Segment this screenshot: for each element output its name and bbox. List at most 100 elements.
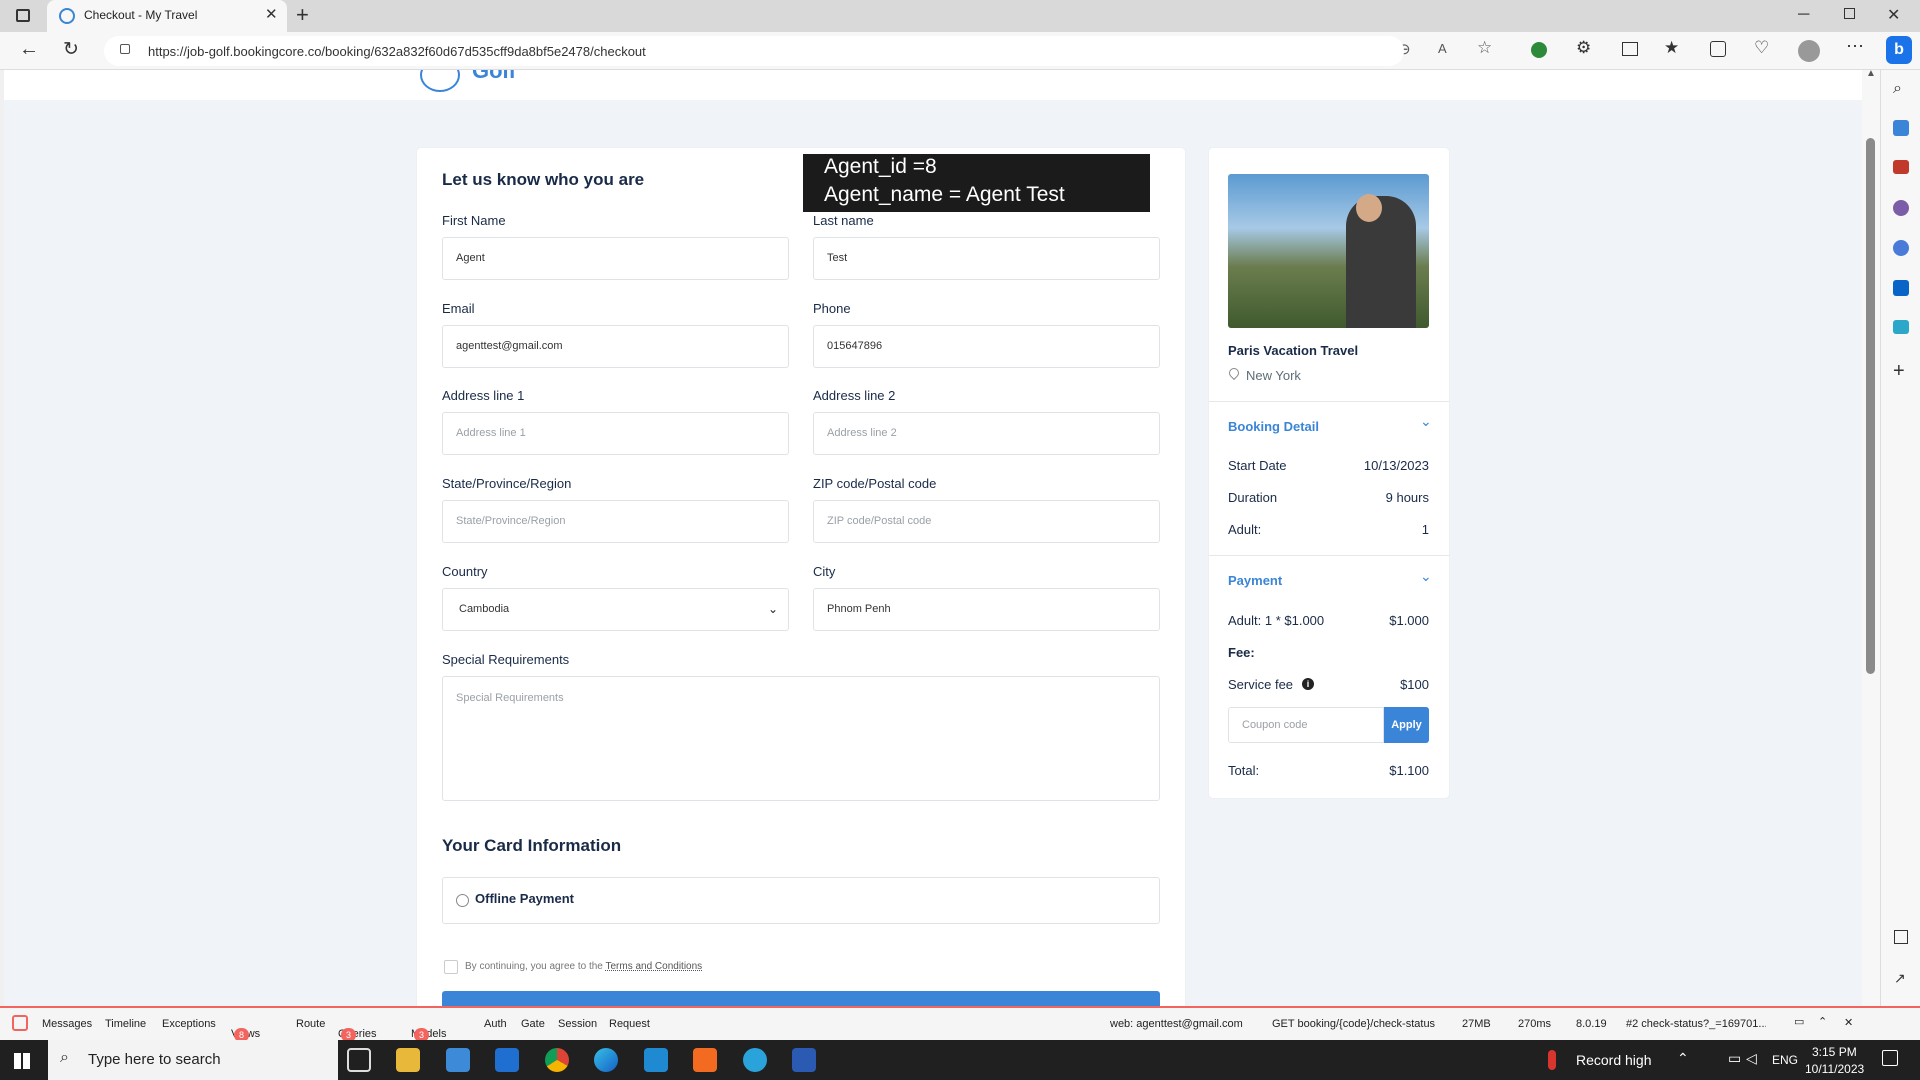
file-explorer-icon[interactable] <box>396 1048 420 1072</box>
sidebar-outlook-icon[interactable] <box>1893 280 1909 296</box>
debug-tab-gate[interactable]: Gate <box>521 1018 545 1030</box>
tray-network-icon[interactable]: ▭ <box>1728 1050 1741 1067</box>
task-view-icon[interactable] <box>347 1048 371 1072</box>
debug-open-icon[interactable]: ▭ <box>1794 1015 1804 1028</box>
tab-close-icon[interactable]: ✕ <box>265 5 278 23</box>
taskbar-search[interactable]: ⌕ Type here to search <box>48 1040 338 1080</box>
city-input[interactable]: Phnom Penh <box>813 588 1160 631</box>
sidebar-add-icon[interactable]: + <box>1893 360 1905 383</box>
address1-input[interactable]: Address line 1 <box>442 412 789 455</box>
address2-input[interactable]: Address line 2 <box>813 412 1160 455</box>
edge-icon[interactable] <box>594 1048 618 1072</box>
xampp-icon[interactable] <box>693 1048 717 1072</box>
weather-text[interactable]: Record high <box>1576 1052 1652 1068</box>
tray-language[interactable]: ENG <box>1772 1053 1798 1067</box>
debug-tab-route[interactable]: Route <box>296 1018 325 1030</box>
booking-detail-toggle[interactable]: Booking Detail <box>1228 419 1319 434</box>
service-fee-label: Service fee <box>1228 677 1294 692</box>
notifications-icon[interactable] <box>1882 1050 1898 1066</box>
word-icon[interactable] <box>792 1048 816 1072</box>
email-input[interactable]: agenttest@gmail.com <box>442 325 789 368</box>
debug-tab-request[interactable]: Request <box>609 1018 650 1030</box>
debug-maximize-icon[interactable]: ⌃ <box>1818 1015 1827 1028</box>
debug-tab-exceptions[interactable]: Exceptions <box>162 1018 216 1030</box>
browser-essentials-icon[interactable]: ♡ <box>1754 38 1769 58</box>
debug-tab-session[interactable]: Session <box>558 1018 597 1030</box>
debug-tab-auth[interactable]: Auth <box>484 1018 507 1030</box>
read-aloud-icon[interactable]: A <box>1438 41 1447 56</box>
tab-favicon-icon <box>59 8 75 24</box>
tray-time[interactable]: 3:15 PM <box>1812 1045 1857 1059</box>
tab-actions-icon[interactable] <box>16 9 30 22</box>
payment-chevron-icon[interactable]: ⌄ <box>1420 568 1432 585</box>
minimize-icon[interactable]: ─ <box>1798 6 1809 24</box>
tray-volume-icon[interactable]: ◁ <box>1746 1050 1757 1067</box>
browser-sidebar: ⌕ + ↗ ⚙ <box>1880 70 1920 1040</box>
back-icon[interactable]: ← <box>19 38 39 61</box>
terms-link[interactable]: Terms and Conditions <box>605 961 702 972</box>
country-select[interactable]: Cambodia ⌄ <box>442 588 789 631</box>
debug-tab-timeline[interactable]: Timeline <box>105 1018 146 1030</box>
special-textarea[interactable]: Special Requirements <box>442 676 1160 801</box>
debug-history-select[interactable]: #2 check-status?_=169701... <box>1626 1018 1766 1030</box>
extension-icon[interactable] <box>1531 42 1547 58</box>
close-window-icon[interactable]: ✕ <box>1887 5 1900 25</box>
site-logo-text[interactable]: Golf <box>472 70 516 82</box>
more-icon[interactable]: ⋯ <box>1846 36 1864 57</box>
adult-calc-value: $1.000 <box>1389 613 1429 628</box>
duration-value: 9 hours <box>1385 490 1429 505</box>
vscode-icon[interactable] <box>644 1048 668 1072</box>
store-icon[interactable] <box>446 1048 470 1072</box>
extensions-icon[interactable]: ⚙ <box>1576 38 1591 58</box>
coupon-input[interactable]: Coupon code <box>1228 707 1384 743</box>
copilot-icon[interactable]: b <box>1886 36 1912 64</box>
mail-icon[interactable] <box>495 1048 519 1072</box>
debug-tab-messages[interactable]: Messages <box>42 1018 92 1030</box>
tab-checkout[interactable]: Checkout - My Travel ✕ <box>47 0 287 32</box>
zip-input[interactable]: ZIP code/Postal code <box>813 500 1160 543</box>
collections-icon[interactable] <box>1710 41 1726 57</box>
new-tab-icon[interactable]: + <box>296 2 309 28</box>
favorites-bar-icon[interactable]: ★ <box>1664 38 1679 58</box>
url-box[interactable]: https://job-golf.bookingcore.co/booking/… <box>104 36 1404 66</box>
start-icon[interactable] <box>14 1053 30 1069</box>
scrollbar-thumb[interactable] <box>1866 138 1875 674</box>
restore-icon[interactable] <box>1844 8 1855 19</box>
tray-chevron-icon[interactable]: ⌃ <box>1677 1050 1689 1067</box>
debug-close-icon[interactable]: ✕ <box>1844 1016 1853 1029</box>
sidebar-tools-icon[interactable] <box>1893 160 1909 174</box>
sidebar-send-icon[interactable] <box>1893 320 1909 334</box>
site-logo-icon[interactable] <box>420 70 460 92</box>
scroll-up-icon[interactable]: ▲ <box>1866 68 1876 79</box>
apply-button[interactable]: Apply <box>1384 707 1429 743</box>
last-name-input[interactable]: Test <box>813 237 1160 280</box>
favorite-icon[interactable]: ☆ <box>1477 38 1492 58</box>
sidebar-games-icon[interactable] <box>1893 200 1909 216</box>
terms-checkbox[interactable] <box>444 960 458 974</box>
info-icon[interactable]: i <box>1302 678 1314 690</box>
first-name-input[interactable]: Agent <box>442 237 789 280</box>
site-header: Golf <box>4 70 1862 100</box>
payment-toggle[interactable]: Payment <box>1228 573 1282 588</box>
phone-input[interactable]: 015647896 <box>813 325 1160 368</box>
booking-detail-chevron-icon[interactable]: ⌄ <box>1420 413 1432 430</box>
split-screen-icon[interactable] <box>1622 42 1638 56</box>
sidebar-shopping-icon[interactable] <box>1893 120 1909 136</box>
tray-date[interactable]: 10/11/2023 <box>1805 1062 1864 1076</box>
sidebar-search-icon[interactable]: ⌕ <box>1893 80 1902 98</box>
profile-avatar[interactable] <box>1798 40 1820 62</box>
chrome-icon[interactable] <box>545 1048 569 1072</box>
offline-payment-option[interactable]: Offline Payment <box>442 877 1160 924</box>
sidebar-panel-icon[interactable] <box>1894 930 1908 944</box>
debugbar-logo-icon[interactable] <box>12 1015 28 1031</box>
tour-title[interactable]: Paris Vacation Travel <box>1228 343 1358 358</box>
sidebar-external-icon[interactable]: ↗ <box>1894 970 1906 987</box>
submit-button[interactable] <box>442 991 1160 1006</box>
total-value: $1.100 <box>1389 763 1429 778</box>
offline-payment-radio[interactable] <box>456 894 469 907</box>
state-input[interactable]: State/Province/Region <box>442 500 789 543</box>
url-text[interactable]: https://job-golf.bookingcore.co/booking/… <box>148 44 646 59</box>
refresh-icon[interactable]: ↻ <box>63 38 79 61</box>
sidebar-m365-icon[interactable] <box>1893 240 1909 256</box>
telegram-icon[interactable] <box>743 1048 767 1072</box>
